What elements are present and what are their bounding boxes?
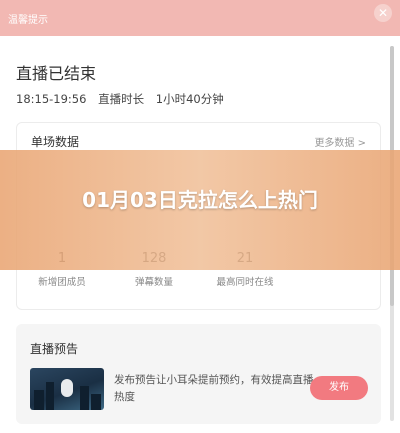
modal-header: 温馨提示 ✕ bbox=[0, 0, 400, 36]
live-ended-title: 直播已结束 bbox=[16, 64, 97, 83]
live-preview-card: 直播预告 发布预告让小耳朵提前预约，有效提高直播热度 发布 bbox=[16, 324, 381, 424]
live-duration-label: 直播时长 bbox=[98, 92, 145, 106]
headline-banner: 01月03日克拉怎么上热门 bbox=[0, 150, 400, 270]
headline-text: 01月03日克拉怎么上热门 bbox=[82, 188, 318, 212]
card-title: 单场数据 bbox=[31, 135, 80, 149]
live-meta: 18:15-19:56 直播时长 1小时40分钟 bbox=[16, 91, 232, 107]
stat-label: 弹幕数量 bbox=[134, 277, 173, 288]
modal-title: 温馨提示 bbox=[8, 15, 48, 26]
preview-title: 直播预告 bbox=[30, 342, 79, 356]
live-duration-value: 1小时40分钟 bbox=[155, 92, 224, 106]
publish-button[interactable]: 发布 bbox=[310, 376, 368, 400]
close-icon[interactable]: ✕ bbox=[374, 4, 392, 22]
preview-thumbnail bbox=[30, 368, 104, 410]
preview-description: 发布预告让小耳朵提前预约，有效提高直播热度 bbox=[114, 374, 314, 403]
stat-label: 最高同时在线 bbox=[216, 277, 274, 288]
microphone-icon bbox=[61, 379, 73, 397]
stat-label: 新增团成员 bbox=[38, 277, 86, 288]
more-data-link[interactable]: 更多数据 > bbox=[314, 134, 366, 149]
live-time-range: 18:15-19:56 bbox=[16, 92, 87, 106]
